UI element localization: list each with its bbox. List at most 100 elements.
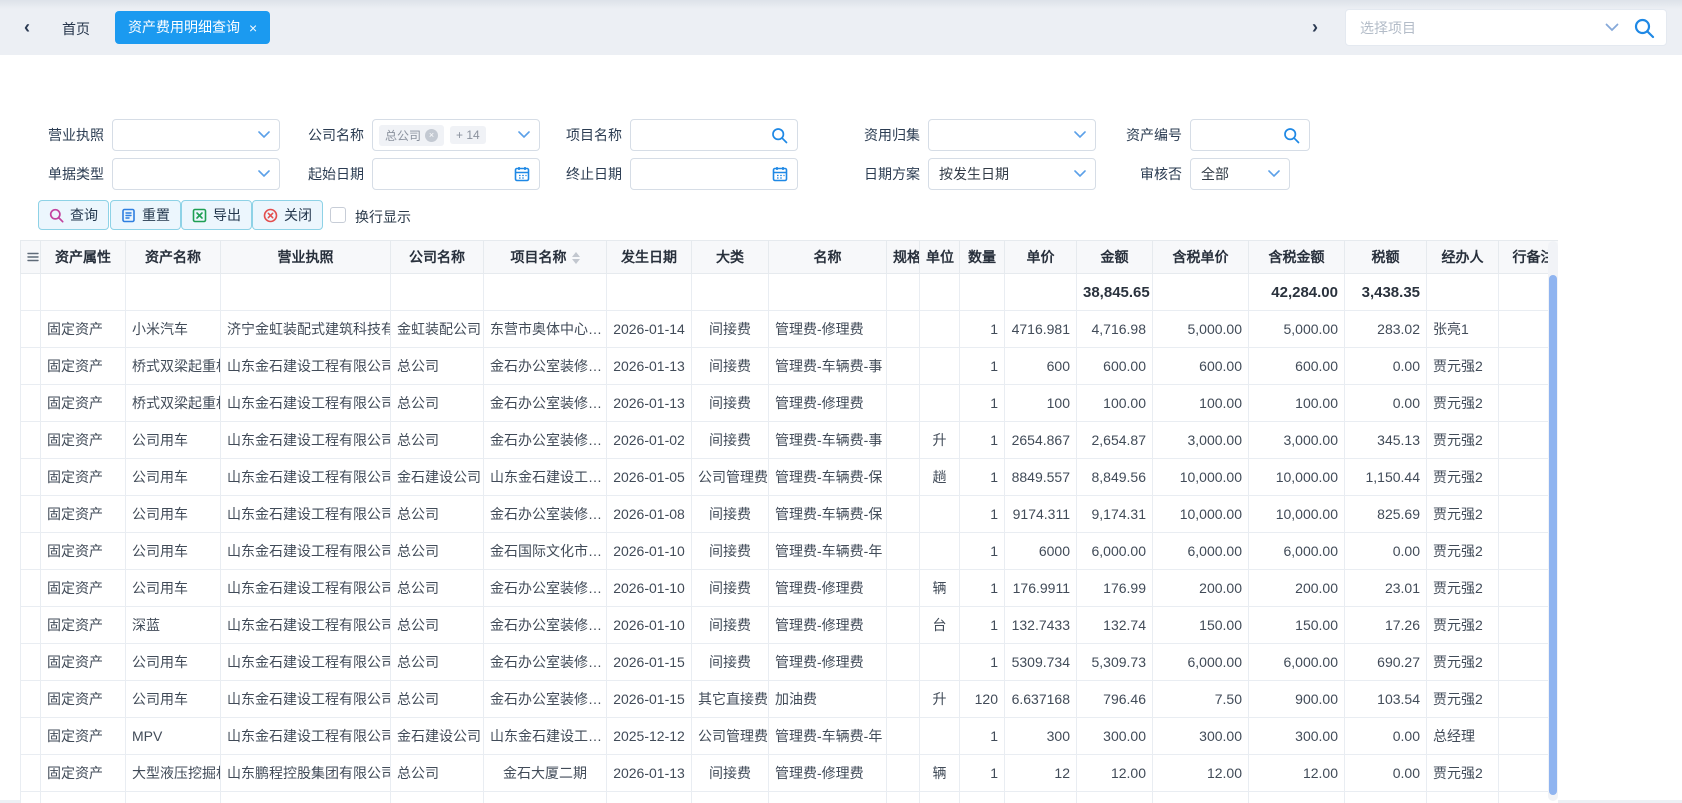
filter-label-start-date: 起始日期 [296, 158, 364, 190]
header-cell[interactable]: 单位 [920, 241, 960, 274]
table-row[interactable]: 固定资产公司用车山东金石建设工程有限公司总公司金石办公室装修…2026-01-0… [21, 422, 1559, 459]
table-row[interactable]: 固定资产桥式双梁起重机山东金石建设工程有限公司总公司金石办公室装修…2026-0… [21, 348, 1559, 385]
table-cell: 8,849.56 [1077, 459, 1153, 496]
header-cell[interactable]: 发生日期 [607, 241, 692, 274]
header-cell[interactable]: 经办人 [1427, 241, 1499, 274]
header-cell[interactable]: 公司名称 [391, 241, 484, 274]
table-cell [769, 792, 887, 803]
table-cell: 金虹装配公司 [391, 311, 484, 348]
header-cell-label: 项目名称 [511, 249, 567, 265]
tab-home[interactable]: 首页 [62, 19, 90, 39]
table-cell [21, 570, 41, 607]
table-cell: 间接费 [692, 755, 769, 792]
project-search-icon[interactable] [1633, 17, 1655, 39]
project-name-input[interactable] [630, 119, 798, 151]
header-cell[interactable]: 营业执照 [221, 241, 391, 274]
business-license-select[interactable] [112, 119, 280, 151]
table-cell: 6000 [1005, 533, 1077, 570]
header-cell[interactable]: 数量 [960, 241, 1005, 274]
audited-select[interactable]: 全部 [1190, 158, 1290, 190]
table-cell: 间接费 [692, 607, 769, 644]
expense-collection-select[interactable] [928, 119, 1096, 151]
date-scheme-select[interactable]: 按发生日期 [928, 158, 1096, 190]
table-row[interactable]: 固定资产公司用车山东金石建设工程有限公司总公司金石办公室装修…2026-01-1… [21, 644, 1559, 681]
header-cell[interactable]: 名称 [769, 241, 887, 274]
header-cell[interactable]: 税额 [1345, 241, 1427, 274]
table-cell: 0.00 [1345, 755, 1427, 792]
table-row[interactable]: 固定资产小米汽车济宁金虹装配式建筑科技有金虹装配公司东营市奥体中心…2026-0… [21, 311, 1559, 348]
company-name-multiselect[interactable]: 总公司 × + 14 [372, 119, 540, 151]
table-cell: 金石办公室装修… [484, 348, 607, 385]
tabs-scroll-left-icon[interactable]: ‹ [24, 16, 30, 38]
table-cell: 100.00 [1153, 385, 1249, 422]
table-row[interactable]: 固定资产桥式双梁起重机山东金石建设工程有限公司总公司金石办公室装修…2026-0… [21, 385, 1559, 422]
table-cell: 贾元强2 [1427, 459, 1499, 496]
project-select[interactable]: 选择项目 [1345, 9, 1667, 46]
wrap-display-checkbox[interactable] [330, 207, 346, 223]
table-cell: 1 [960, 755, 1005, 792]
table-cell [920, 718, 960, 755]
header-cell[interactable]: 规格 [887, 241, 920, 274]
table-cell: 金石办公室装修… [484, 607, 607, 644]
table-row[interactable]: 固定资产MPV山东金石建设工程有限公司金石建设公司山东金石建设工…2025-12… [21, 718, 1559, 755]
table-cell: 总公司 [391, 607, 484, 644]
start-date-input[interactable] [372, 158, 540, 190]
table-cell: 其它直接费 [692, 681, 769, 718]
asset-number-input[interactable] [1190, 119, 1310, 151]
calendar-icon[interactable] [514, 166, 530, 182]
search-icon[interactable] [771, 127, 788, 144]
table-row[interactable]: 固定资产公司用车山东金石建设工程有限公司总公司金石办公室装修…2026-01-1… [21, 570, 1559, 607]
table-cell: 加油费 [769, 681, 887, 718]
header-cell[interactable]: 资产属性 [41, 241, 126, 274]
export-button[interactable]: 导出 [181, 200, 252, 230]
end-date-input[interactable] [630, 158, 798, 190]
table-row[interactable]: 固定资产公司用车山东金石建设工程有限公司总公司金石办公室装修…2026-01-0… [21, 496, 1559, 533]
summary-cell [41, 274, 126, 311]
header-cell[interactable]: 金额 [1077, 241, 1153, 274]
tabs-scroll-right-icon[interactable]: › [1312, 16, 1318, 38]
table-cell [1249, 792, 1345, 803]
header-cell[interactable]: 含税金额 [1249, 241, 1345, 274]
header-cell[interactable]: 资产名称 [126, 241, 221, 274]
vertical-scrollbar-thumb[interactable] [1549, 275, 1557, 795]
search-icon[interactable] [1283, 127, 1300, 144]
header-cell[interactable]: 大类 [692, 241, 769, 274]
table-row[interactable]: 固定资产公司用车山东金石建设工程有限公司总公司金石国际文化市…2026-01-1… [21, 533, 1559, 570]
reset-button[interactable]: 重置 [110, 200, 181, 230]
table-cell: 100 [1005, 385, 1077, 422]
sort-icon[interactable] [572, 252, 580, 264]
table-cell [484, 792, 607, 803]
query-button[interactable]: 查询 [38, 200, 109, 230]
tab-asset-expense-query[interactable]: 资产费用明细查询 × [115, 11, 270, 44]
table-row[interactable]: 固定资产公司用车山东金石建设工程有限公司总公司金石办公室装修…2026-01-1… [21, 681, 1559, 718]
summary-row[interactable]: 38,845.6542,284.003,438.35 [21, 274, 1559, 311]
table-cell [21, 792, 41, 803]
table-row[interactable]: 固定资产大型液压挖掘机山东鹏程控股集团有限公司总公司金石大厦二期2026-01-… [21, 755, 1559, 792]
table-cell: 总公司 [391, 644, 484, 681]
table-row-partial[interactable] [21, 792, 1559, 803]
table-cell: 管理费-车辆费-保 [769, 496, 887, 533]
table-cell: 深蓝 [126, 607, 221, 644]
table-cell: 山东金石建设工程有限公司 [221, 422, 391, 459]
table-cell: 2026-01-02 [607, 422, 692, 459]
close-button[interactable]: 关闭 [252, 200, 323, 230]
table-cell: 山东金石建设工程有限公司 [221, 496, 391, 533]
table-cell: 固定资产 [41, 644, 126, 681]
calendar-icon[interactable] [772, 166, 788, 182]
header-cell[interactable]: 含税单价 [1153, 241, 1249, 274]
table-row[interactable]: 固定资产公司用车山东金石建设工程有限公司金石建设公司山东金石建设工…2026-0… [21, 459, 1559, 496]
header-cell-label: 营业执照 [278, 249, 334, 265]
vertical-scrollbar[interactable] [1548, 241, 1558, 801]
tag-remove-icon[interactable]: × [425, 129, 438, 142]
table-cell: 管理费-修理费 [769, 385, 887, 422]
table-row[interactable]: 固定资产深蓝山东金石建设工程有限公司总公司金石办公室装修…2026-01-10间… [21, 607, 1559, 644]
table-cell: 辆 [920, 755, 960, 792]
table-cell: 公司管理费 [692, 459, 769, 496]
document-type-select[interactable] [112, 158, 280, 190]
header-cell[interactable]: 单价 [1005, 241, 1077, 274]
tab-close-icon[interactable]: × [249, 21, 257, 35]
table-cell: 300.00 [1249, 718, 1345, 755]
column-settings-cell[interactable] [21, 241, 41, 274]
header-cell[interactable]: 项目名称 [484, 241, 607, 274]
reset-icon [121, 208, 136, 223]
